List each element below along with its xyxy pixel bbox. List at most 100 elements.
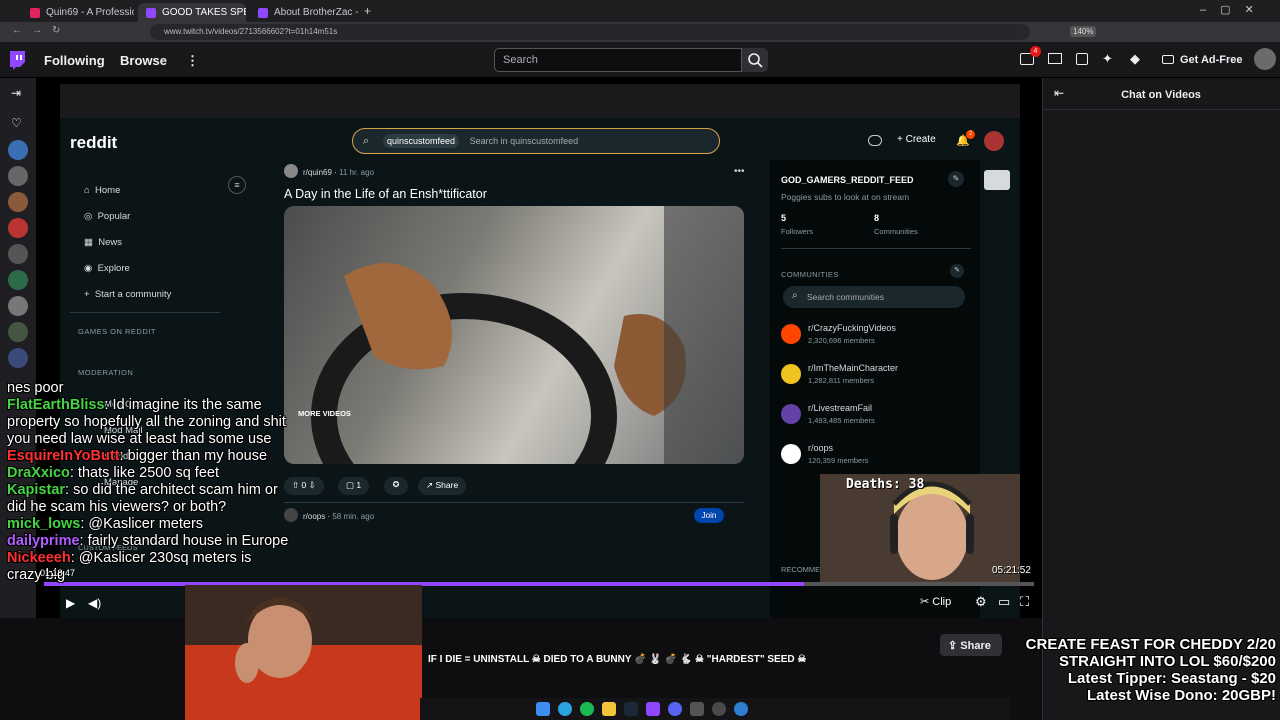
get-ad-free-button[interactable]: Get Ad-Free <box>1158 49 1246 71</box>
streamer-figure <box>185 585 422 720</box>
play-icon[interactable]: ▶ <box>66 596 75 610</box>
start-icon[interactable] <box>536 702 550 716</box>
moderation-header: MODERATION <box>78 368 134 377</box>
channel-avatar[interactable] <box>8 192 28 212</box>
edit-feed-icon: ✎ <box>948 171 964 187</box>
clip-button[interactable]: ✂ Clip <box>920 595 951 608</box>
user-avatar[interactable] <box>1254 48 1276 70</box>
reddit-nav-news: ▦ News <box>84 237 123 248</box>
post1-comments: 1 <box>356 480 362 490</box>
feed-followers-count: 5 <box>781 213 787 223</box>
folder-icon[interactable] <box>602 702 616 716</box>
reddit-notif-badge: 2 <box>966 130 975 139</box>
steam-icon[interactable] <box>624 702 638 716</box>
extensions-icon[interactable]: ✦ <box>1102 51 1113 67</box>
community-avatar-icon <box>781 444 801 464</box>
stream-title-ticker: IF I DIE = UNINSTALL ☠ DIED TO A BUNNY 💣… <box>428 654 807 665</box>
overlay-chat-user: Nickeeeh <box>7 550 71 566</box>
browser-tab-0[interactable]: Quin69 - A Professional Gamer <box>22 3 134 22</box>
overlay-chat-message: DraXxico: thats like 2500 sq feet <box>7 465 289 482</box>
twitch-logo-icon[interactable] <box>8 50 26 70</box>
goal-line-1: CREATE FEAST FOR CHEDDY 2/20 <box>1025 636 1276 653</box>
browser-tab-1[interactable]: GOOD TAKES SPEEDRUN - then <box>138 3 246 22</box>
reddit-search-field: ⌕ quinscustomfeed Search in quinscustomf… <box>352 128 720 154</box>
chrome-icon[interactable] <box>712 702 726 716</box>
ad-free-icon <box>1162 55 1174 64</box>
browser-tab-2[interactable]: About BrotherZac - Twitch <box>250 3 358 22</box>
browse-link[interactable]: Browse <box>120 53 167 68</box>
reddit-nav-popular: ◎ Popular <box>84 211 131 222</box>
telegram-icon[interactable] <box>558 702 572 716</box>
spotify-icon[interactable] <box>580 702 594 716</box>
share-button[interactable]: ⇪ Share <box>940 634 1002 656</box>
channel-avatar[interactable] <box>8 322 28 342</box>
overlay-chat-user: FlatEarthBliss <box>7 397 105 413</box>
clip-label: Clip <box>932 596 952 608</box>
post1-sub: r/quin69 <box>303 168 332 177</box>
whispers-icon[interactable] <box>1076 53 1088 65</box>
settings-gear-icon[interactable]: ⚙ <box>975 594 987 610</box>
nav-arrows-icon[interactable]: ←→↻ <box>12 25 70 36</box>
zoom-level[interactable]: 140% <box>1070 26 1097 37</box>
search-input[interactable]: Search <box>494 48 742 72</box>
overlay-chat-message: EsquireInYoButt: bigger than my house <box>7 448 289 465</box>
fullscreen-icon[interactable]: ⛶ <box>1020 594 1029 610</box>
window-controls-icon[interactable]: –▢✕ <box>1200 3 1268 16</box>
obs-icon[interactable] <box>690 702 704 716</box>
feed-communities-label: Communities <box>874 227 918 236</box>
post1-award-icon: ✪ <box>384 477 408 495</box>
search-icon <box>748 53 763 68</box>
volume-icon[interactable]: ◀) <box>88 596 101 610</box>
tab-favicon-icon <box>30 8 40 18</box>
chat-title: Chat on Videos <box>1121 89 1201 101</box>
feed-communities-count: 8 <box>874 213 880 223</box>
divider <box>70 312 220 313</box>
theatre-mode-icon[interactable]: ▭ <box>998 594 1010 610</box>
community-list: r/CrazyFuckingVideos 2,320,696 members r/I… <box>781 322 971 482</box>
channel-avatar[interactable] <box>8 348 28 368</box>
share-label: Share <box>960 640 991 652</box>
divider <box>781 248 971 249</box>
expand-rail-icon[interactable]: ⇥ <box>11 86 21 100</box>
edge-icon[interactable] <box>734 702 748 716</box>
channel-avatar[interactable] <box>8 166 28 186</box>
reddit-nav-start-community: + Start a community <box>84 289 172 300</box>
community-row: r/ImTheMainCharacter 1,282,811 members <box>781 362 971 402</box>
feed-title: GOD_GAMERS_REDDIT_FEED <box>781 175 914 185</box>
reddit-browser-chrome <box>60 84 1020 118</box>
channel-avatar[interactable] <box>8 140 28 160</box>
post1-share: Share <box>435 480 459 490</box>
latest-tipper: Latest Tipper: Seastang - $20 <box>1067 670 1276 687</box>
goal-line-2: STRAIGHT INTO LOL $60/$200 <box>1058 653 1276 670</box>
post1-comments-pill: ▢ 1 <box>338 477 370 495</box>
tab-favicon-icon <box>146 8 156 18</box>
subreddit-avatar <box>284 164 298 178</box>
inbox-icon[interactable] <box>1048 53 1062 64</box>
overlay-chat-text: : bigger than my house <box>119 448 268 464</box>
overlay-chat-user: mick_lows <box>7 516 81 532</box>
reddit-nav-explore: ◉ Explore <box>84 263 130 274</box>
channel-avatar[interactable] <box>8 270 28 290</box>
community-avatar-icon <box>781 404 801 424</box>
channel-avatar[interactable] <box>8 296 28 316</box>
search-communities-field: ⌕ Search communities <box>783 286 965 308</box>
twitch-app-icon[interactable] <box>646 702 660 716</box>
more-menu-icon[interactable]: ⋮ <box>186 53 199 69</box>
reddit-create-text: Create <box>905 134 936 145</box>
url-field[interactable]: www.twitch.tv/videos/2713566602?t=01h14m… <box>150 24 1030 40</box>
search-button[interactable] <box>742 48 768 72</box>
steering-wheel-illustration <box>311 206 744 464</box>
channel-avatar[interactable] <box>8 244 28 264</box>
tab-label: Quin69 - A Professional Gamer <box>46 7 134 18</box>
overlay-chat-user: Kapistar <box>7 482 66 498</box>
following-link[interactable]: Following <box>44 53 105 68</box>
channel-avatar[interactable] <box>8 218 28 238</box>
discord-icon[interactable] <box>668 702 682 716</box>
community-members: 1,282,811 members <box>808 376 875 385</box>
bits-icon[interactable]: ◆ <box>1130 51 1140 67</box>
overlay-chat-text: : @Kaslicer meters <box>80 516 204 532</box>
reddit-search-icon: ⌕ <box>363 135 370 147</box>
overlay-chat-message: nes poor <box>7 380 289 397</box>
post1-meta: r/quin69 · 11 hr. ago <box>303 168 375 177</box>
new-tab-icon[interactable]: + <box>364 4 371 18</box>
